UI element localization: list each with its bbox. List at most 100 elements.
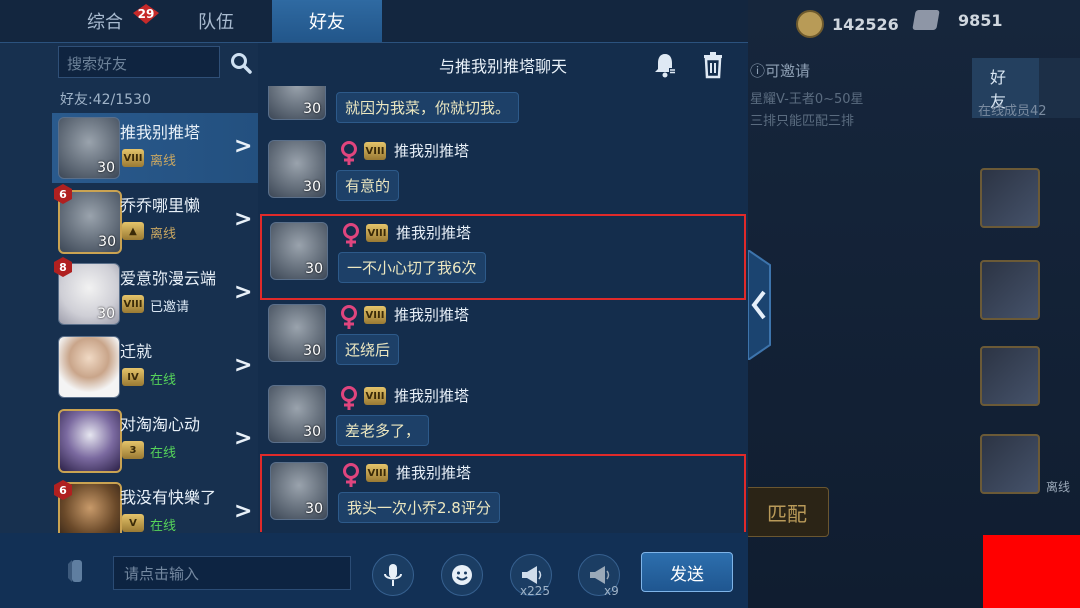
collapse-panel-handle[interactable] [747, 248, 778, 362]
trash-icon[interactable] [698, 50, 728, 80]
emoji-button[interactable] [441, 554, 483, 596]
friend-item[interactable]: 6 30 乔乔哪里懒 ▲ 离线 > [52, 184, 258, 256]
chat-message: 30 VIII 推我别推塔 有意的 [260, 134, 746, 216]
horn-count: x225 [520, 584, 551, 598]
friend-name: 迁就 [120, 342, 153, 361]
rank-requirement-line: 三排只能匹配三排 [750, 114, 855, 129]
search-input[interactable]: 搜索好友 [58, 46, 220, 78]
message-bubble: 差老多了， [336, 415, 430, 446]
match-button[interactable]: 匹配 [745, 487, 829, 537]
female-icon [341, 386, 357, 410]
friend-status: 已邀请 [150, 300, 190, 315]
sender-name: 推我别推塔 [396, 464, 472, 482]
gem-amount: 9851 [958, 10, 1003, 30]
rank-icon: V [122, 514, 144, 532]
friend-name: 对淘淘心动 [120, 415, 201, 434]
gold-counter: 142526 [796, 10, 899, 38]
voice-button[interactable] [372, 554, 414, 596]
invitable-label: ⓘ可邀请 [750, 62, 811, 80]
female-icon [343, 463, 359, 487]
tab-team[interactable]: 队伍 [170, 0, 262, 42]
rank-icon: 3 [122, 441, 144, 459]
avatar [980, 260, 1040, 320]
level-number: 30 [305, 261, 323, 277]
gem-counter: 9851 [912, 10, 1003, 30]
chevron-right-icon[interactable]: > [234, 136, 254, 158]
message-bubble: 一不小心切了我6次 [338, 252, 486, 283]
red-block [983, 535, 1080, 608]
level-number: 30 [98, 234, 116, 250]
chevron-right-icon[interactable]: > [234, 209, 254, 231]
rank-icon: IV [122, 368, 144, 386]
avatar: 30 [270, 222, 328, 280]
chevron-right-icon[interactable]: > [234, 428, 254, 450]
megaphone-icon [590, 566, 610, 584]
avatar [980, 346, 1040, 406]
chat-message: 30 VIII 推我别推塔 差老多了， [260, 379, 746, 461]
smiley-icon [452, 565, 472, 585]
friend-name: 推我别推塔 [120, 123, 201, 142]
female-icon [343, 223, 359, 247]
rank-icon: VIII [364, 387, 386, 405]
chat-message: 30 就因为我菜，你就切我。 [260, 86, 746, 138]
chevron-right-icon[interactable]: > [234, 501, 254, 523]
gold-amount: 142526 [832, 14, 899, 34]
friend-name: 乔乔哪里懒 [120, 196, 201, 215]
friend-status: 在线 [150, 446, 177, 461]
search-icon[interactable] [228, 50, 254, 76]
rank-icon: ▲ [122, 222, 144, 240]
rank-icon: VIII [366, 464, 388, 482]
mute-bell-icon[interactable] [650, 50, 680, 80]
chevron-right-icon[interactable]: > [234, 355, 254, 377]
friend-status: 离线 [150, 154, 177, 169]
friend-item[interactable]: 对淘淘心动 3 在线 > [52, 405, 258, 475]
avatar [980, 434, 1040, 494]
avatar [58, 409, 122, 473]
message-bubble: 有意的 [336, 170, 400, 201]
chevron-right-icon[interactable]: > [234, 282, 254, 304]
sender-name: 推我别推塔 [394, 306, 470, 324]
friend-status: 在线 [150, 519, 177, 533]
rank-icon: VIII [364, 306, 386, 324]
message-bubble: 就因为我菜，你就切我。 [336, 92, 520, 123]
sender-name: 推我别推塔 [396, 224, 472, 242]
avatar: 30 [268, 140, 326, 198]
speaker-count: x9 [604, 584, 619, 598]
level-number: 30 [97, 160, 115, 176]
friend-count: 好友:42/1530 [60, 92, 151, 108]
avatar: 30 [58, 117, 120, 179]
message-bubble: 我头一次小乔2.8评分 [338, 492, 500, 523]
level-number: 30 [303, 343, 321, 359]
level-number: 30 [305, 501, 323, 517]
send-button[interactable]: 发送 [641, 552, 733, 592]
message-bubble: 还绕后 [336, 334, 400, 365]
chat-message-highlighted: 30 VIII 推我别推塔 一不小心切了我6次 [260, 214, 746, 300]
chat-message: 30 VIII 推我别推塔 还绕后 [260, 298, 746, 380]
status-label: 离线 [1046, 480, 1071, 494]
voice-toggle-icon[interactable] [66, 556, 88, 588]
level-number: 30 [303, 424, 321, 440]
chat-message-list[interactable]: 30 就因为我菜，你就切我。 30 VIII 推我别推塔 有意的 30 VIII… [260, 86, 746, 532]
rank-icon: VIII [122, 149, 144, 167]
friend-name: 我没有快樂了 [120, 488, 217, 507]
avatar: 30 [270, 462, 328, 520]
sender-name: 推我别推塔 [394, 142, 470, 160]
friend-item[interactable]: 迁就 IV 在线 > [52, 332, 258, 402]
tab-general[interactable]: 综合 [60, 0, 150, 42]
avatar: 30 [268, 385, 326, 443]
friend-item[interactable]: 6 30 我没有快樂了 V 在线 > [52, 478, 258, 533]
level-number: 30 [97, 306, 115, 322]
tab-friends[interactable]: 好友 [272, 0, 382, 42]
rank-icon: VIII [364, 142, 386, 160]
online-members-label: 在线成员42 [978, 104, 1047, 119]
friend-item[interactable]: 30 推我别推塔 VIII 离线 > [52, 113, 258, 183]
rank-icon: VIII [122, 295, 144, 313]
friend-name: 爱意弥漫云端 [120, 269, 217, 288]
friend-status: 离线 [150, 227, 177, 242]
friend-item[interactable]: 8 30 爱意弥漫云端 VIII 已邀请 > [52, 257, 258, 329]
avatar: 30 [268, 304, 326, 362]
loudspeaker-icon [522, 566, 542, 584]
rank-icon: VIII [366, 224, 388, 242]
chat-input[interactable]: 请点击输入 [113, 556, 351, 590]
level-number: 30 [303, 101, 321, 117]
